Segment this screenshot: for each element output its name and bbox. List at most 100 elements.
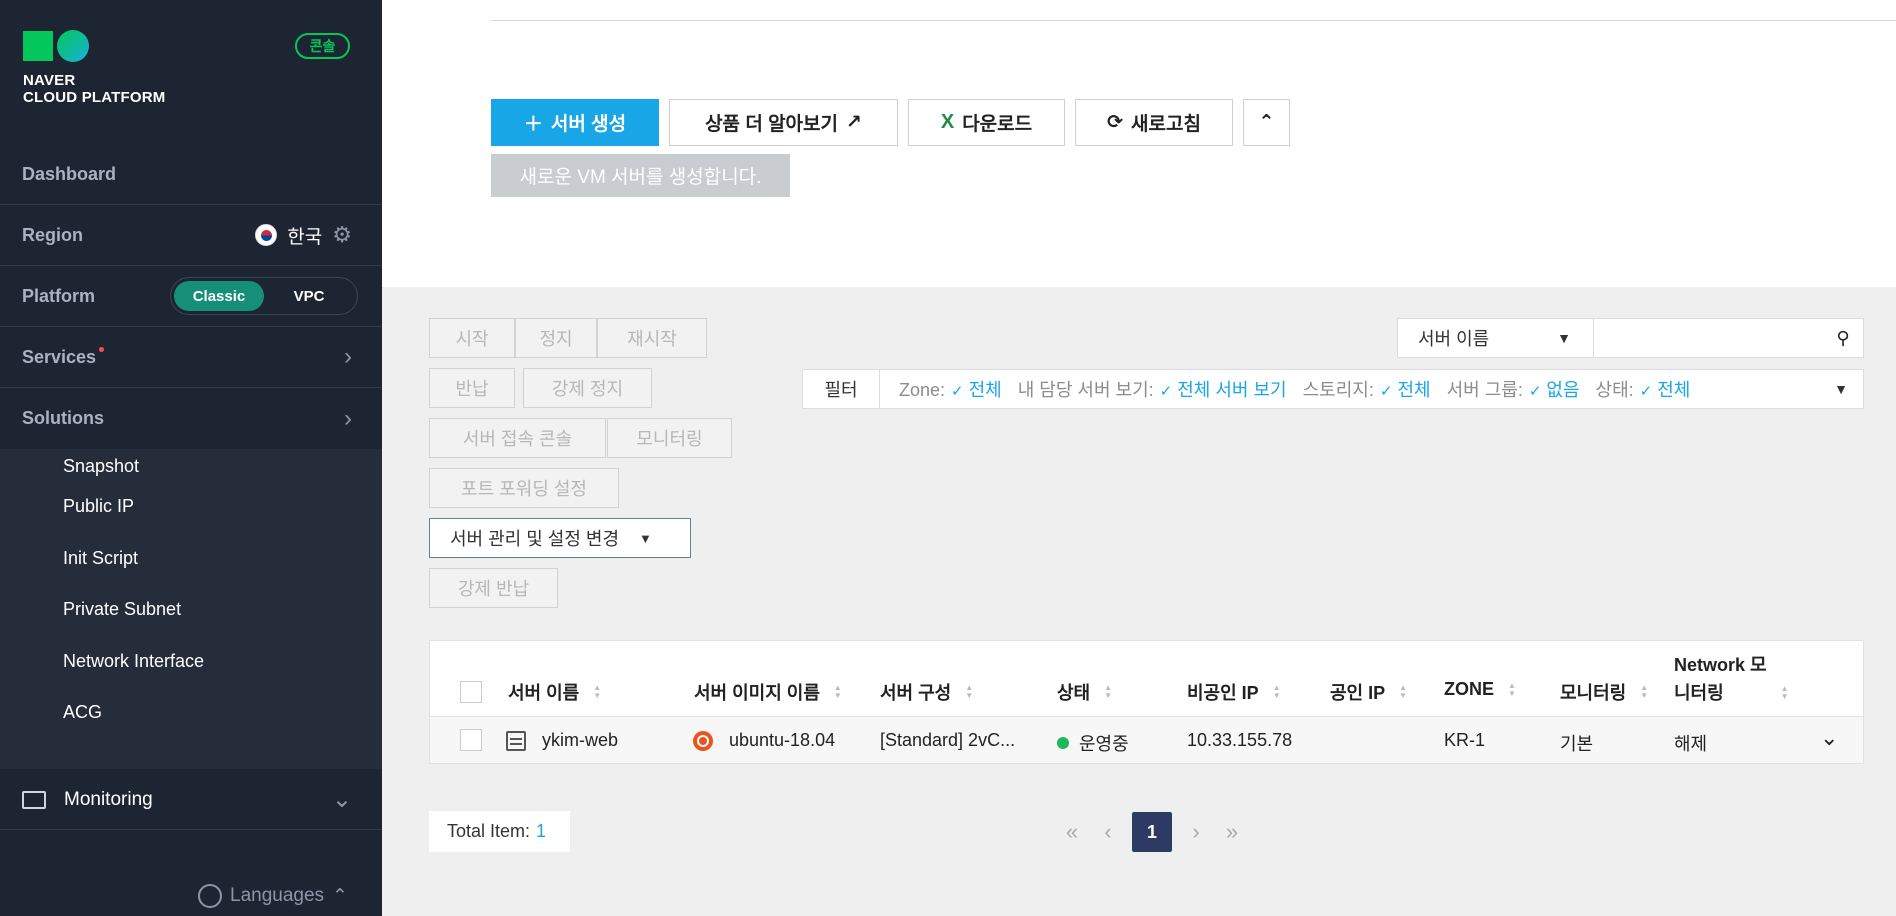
column-public-ip[interactable]: 공인 IP ▲ ▼ xyxy=(1330,679,1407,705)
last-page-icon[interactable]: » xyxy=(1214,812,1250,852)
collapse-button[interactable]: ⌃ xyxy=(1243,99,1290,146)
sidebar-item-services[interactable]: Services › xyxy=(0,327,382,388)
server-table: 서버 이름 ▲ ▼ 서버 이미지 이름 ▲ ▼ 서버 구성 ▲ ▼ 상태 ▲ ▼ 비공인 IP ▲… xyxy=(429,640,1864,764)
sidebar-item-public-ip[interactable]: Public IP xyxy=(0,481,382,533)
cell-zone: KR-1 xyxy=(1444,730,1486,750)
chevron-right-icon: › xyxy=(344,404,352,432)
filter-bar[interactable]: 필터 Zone: ✓ 전체 내 담당 서버 보기: ✓ 전체 서버 보기 스토리지: ✓ 전… xyxy=(802,369,1864,409)
refresh-button[interactable]: ⟳ 새로고침 xyxy=(1075,99,1233,146)
sidebar-item-dashboard[interactable]: Dashboard xyxy=(0,144,382,205)
return-button[interactable]: 반납 xyxy=(429,368,515,408)
gear-icon[interactable]: ⚙ xyxy=(332,222,352,248)
filter-storage: 스토리지: ✓ 전체 xyxy=(1302,380,1431,400)
table-row[interactable]: ykim-web ubuntu-18.04 [Standard] 2vC... … xyxy=(430,717,1863,763)
port-forwarding-button[interactable]: 포트 포워딩 설정 xyxy=(429,468,619,508)
platform-option-classic[interactable]: Classic xyxy=(174,281,264,311)
stop-button[interactable]: 정지 xyxy=(515,318,597,358)
cell-monitoring: 기본 xyxy=(1560,734,1594,754)
column-private-ip[interactable]: 비공인 IP ▲ ▼ xyxy=(1187,679,1281,705)
external-link-icon: ↗ xyxy=(846,112,862,133)
learn-more-label: 상품 더 알아보기 xyxy=(705,114,838,135)
platform-option-vpc[interactable]: VPC xyxy=(264,281,354,311)
languages-button[interactable]: Languages ⌃ xyxy=(198,884,348,908)
chevron-right-icon: › xyxy=(344,343,352,370)
filter-label: 필터 xyxy=(803,370,880,408)
caret-down-icon: ▼ xyxy=(639,530,652,546)
sidebar-item-network-interface[interactable]: Network Interface xyxy=(0,636,382,688)
caret-down-icon: ▼ xyxy=(1557,330,1571,346)
create-server-button[interactable]: ＋ 서버 생성 xyxy=(491,99,659,146)
search-field-select[interactable]: 서버 이름 ▼ xyxy=(1398,319,1594,357)
korea-flag-icon xyxy=(255,224,278,246)
excel-icon: X xyxy=(940,111,955,133)
column-server-name[interactable]: 서버 이름 ▲ ▼ xyxy=(508,679,601,705)
learn-more-button[interactable]: 상품 더 알아보기 ↗ xyxy=(669,99,898,146)
chevron-up-icon: ⌃ xyxy=(1258,112,1275,133)
force-return-button[interactable]: 강제 반납 xyxy=(429,568,558,608)
monitoring-button[interactable]: 모니터링 xyxy=(607,418,732,458)
column-monitoring[interactable]: 모니터링 ▲ ▼ xyxy=(1560,679,1648,705)
first-page-icon[interactable]: « xyxy=(1054,812,1090,852)
console-access-button[interactable]: 서버 접속 콘솔 xyxy=(429,418,606,458)
select-all-checkbox[interactable] xyxy=(460,681,482,703)
console-badge[interactable]: 콘솔 xyxy=(295,33,350,59)
manage-settings-dropdown[interactable]: 서버 관리 및 설정 변경 ▼ xyxy=(429,518,691,558)
sidebar: NAVER CLOUD PLATFORM 콘솔 Dashboard Region… xyxy=(0,0,382,916)
search-icon[interactable]: ⚲ xyxy=(1823,319,1863,357)
column-status[interactable]: 상태 ▲ ▼ xyxy=(1057,679,1112,705)
region-value[interactable]: 한국 xyxy=(287,222,322,249)
naver-cloud-logo[interactable]: NAVER CLOUD PLATFORM xyxy=(23,30,166,106)
filter-status: 상태: ✓ 전체 xyxy=(1595,380,1691,400)
search-input[interactable] xyxy=(1594,319,1823,357)
create-server-tooltip: 새로운 VM 서버를 생성합니다. xyxy=(491,154,790,197)
filter-server-group: 서버 그룹: ✓ 없음 xyxy=(1446,380,1580,400)
cell-server-name: ykim-web xyxy=(506,730,618,751)
platform-toggle[interactable]: Classic VPC xyxy=(170,277,358,315)
region-label: Region xyxy=(22,224,83,245)
cell-status: 운영중 xyxy=(1057,730,1129,756)
platform-label: Platform xyxy=(22,285,96,306)
page-current[interactable]: 1 xyxy=(1132,812,1172,852)
sidebar-item-snapshot[interactable]: Snapshot xyxy=(0,449,382,481)
force-stop-button[interactable]: 강제 정지 xyxy=(523,368,652,408)
refresh-label: 새로고침 xyxy=(1131,114,1201,135)
monitor-chart-icon xyxy=(22,790,46,809)
column-image-name[interactable]: 서버 이미지 이름 ▲ ▼ xyxy=(694,679,842,705)
server-icon xyxy=(506,730,526,751)
cell-image-name: ubuntu-18.04 xyxy=(693,730,835,751)
search-box: 서버 이름 ▼ ⚲ xyxy=(1397,318,1864,358)
sidebar-item-solutions[interactable]: Solutions › xyxy=(0,388,382,449)
sidebar-subnav: Snapshot Public IP Init Script Private S… xyxy=(0,449,382,769)
column-zone[interactable]: ZONE ▲ ▼ xyxy=(1444,679,1516,700)
column-network-monitoring[interactable]: Network 모 니터링 ▲ ▼ xyxy=(1674,651,1789,707)
sidebar-item-monitoring[interactable]: Monitoring ⌄ xyxy=(0,770,382,830)
cell-network-monitoring: 해제 xyxy=(1674,734,1708,754)
row-checkbox[interactable] xyxy=(460,729,482,751)
restart-button[interactable]: 재시작 xyxy=(597,318,707,358)
search-field-value: 서버 이름 xyxy=(1418,329,1490,349)
table-header: 서버 이름 ▲ ▼ 서버 이미지 이름 ▲ ▼ 서버 구성 ▲ ▼ 상태 ▲ ▼ 비공인 IP ▲… xyxy=(430,641,1863,717)
manage-settings-label: 서버 관리 및 설정 변경 xyxy=(450,529,620,549)
sidebar-item-init-script[interactable]: Init Script xyxy=(0,533,382,585)
next-page-icon[interactable]: › xyxy=(1178,812,1214,852)
cell-spec: [Standard] 2vC... xyxy=(880,730,1016,750)
total-count: 1 xyxy=(536,821,547,841)
top-panel: ＋ 서버 생성 상품 더 알아보기 ↗ X 다운로드 ⟳ 새로고침 ⌃ 새로운 … xyxy=(382,0,1896,287)
filter-owner: 내 담당 서버 보기: ✓ 전체 서버 보기 xyxy=(1017,380,1287,400)
start-button[interactable]: 시작 xyxy=(429,318,515,358)
dashboard-label: Dashboard xyxy=(22,163,117,184)
prev-page-icon[interactable]: ‹ xyxy=(1090,812,1126,852)
logo-mark xyxy=(23,30,166,62)
download-label: 다운로드 xyxy=(962,114,1033,135)
filter-zone: Zone: ✓ 전체 xyxy=(899,380,1002,400)
column-spec[interactable]: 서버 구성 ▲ ▼ xyxy=(880,679,973,705)
caret-down-icon[interactable]: ▼ xyxy=(1819,381,1863,397)
sidebar-item-acg[interactable]: ACG xyxy=(0,687,382,739)
chevron-down-icon[interactable]: ⌄ xyxy=(1820,725,1838,751)
create-server-label: 서버 생성 xyxy=(550,114,627,135)
download-button[interactable]: X 다운로드 xyxy=(908,99,1065,146)
divider xyxy=(491,20,1896,21)
total-items: Total Item: 1 xyxy=(429,811,570,852)
plus-icon: ＋ xyxy=(523,114,543,135)
sidebar-item-private-subnet[interactable]: Private Subnet xyxy=(0,584,382,636)
